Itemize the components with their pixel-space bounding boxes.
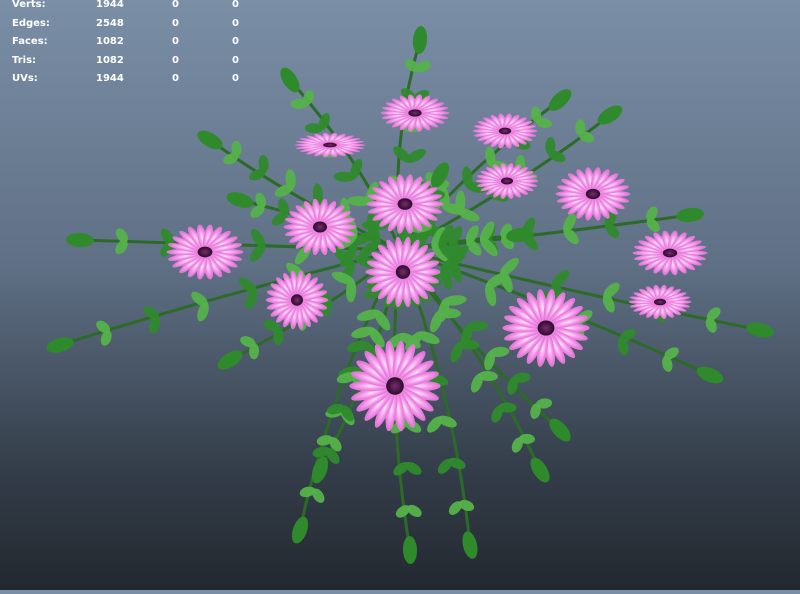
hud-value-total: 1082 bbox=[96, 54, 124, 66]
hud-value-selected: 0 bbox=[172, 36, 179, 47]
hud-value-extra: 0 bbox=[232, 17, 239, 29]
hud-label: Edges: bbox=[12, 17, 50, 29]
leaf bbox=[407, 504, 422, 518]
flower-center bbox=[397, 198, 413, 210]
leaf bbox=[46, 337, 74, 353]
hud-value-total: 2548 bbox=[96, 17, 124, 29]
heads-up-display: Verts: 1944 0 0 Edges: 2548 0 0 Faces: 1… bbox=[0, 0, 260, 93]
flower-center bbox=[662, 248, 678, 258]
flower-head bbox=[349, 340, 441, 432]
leaf bbox=[66, 232, 94, 248]
flower-center bbox=[395, 265, 411, 279]
leaf bbox=[746, 322, 774, 338]
flower-center bbox=[537, 320, 555, 336]
hud-label: Tris: bbox=[12, 54, 37, 66]
hud-value-extra: 0 bbox=[232, 73, 239, 84]
leaf bbox=[696, 366, 724, 384]
leaf bbox=[217, 350, 243, 370]
leaf bbox=[548, 89, 572, 111]
leaf bbox=[437, 415, 457, 428]
flower-head bbox=[555, 167, 631, 221]
leaf bbox=[676, 207, 704, 223]
hud-row-tris: Tris: 1082 0 0 bbox=[0, 55, 260, 75]
hud-value-total: 1082 bbox=[96, 36, 124, 47]
flower-head bbox=[475, 163, 539, 199]
flower-center bbox=[501, 177, 513, 185]
hud-value-selected: 0 bbox=[172, 54, 179, 66]
flower-head bbox=[166, 224, 244, 280]
flower-center bbox=[323, 142, 337, 148]
hud-value-total: 1944 bbox=[96, 73, 124, 84]
leaf bbox=[530, 457, 550, 483]
leaf bbox=[462, 531, 478, 559]
flower-center bbox=[498, 127, 512, 135]
leaf bbox=[291, 516, 309, 544]
flower-head bbox=[265, 270, 329, 330]
hud-row-faces: Faces: 1082 0 0 bbox=[0, 36, 260, 56]
hud-label: UVs: bbox=[12, 73, 38, 84]
hud-value-selected: 0 bbox=[172, 0, 179, 10]
hud-value-extra: 0 bbox=[232, 0, 239, 10]
hud-row-uvs: UVs: 1944 0 0 bbox=[0, 73, 260, 93]
flower-head bbox=[502, 289, 590, 367]
hud-value-selected: 0 bbox=[172, 73, 179, 84]
flower-center bbox=[291, 294, 303, 306]
hud-value-total: 1944 bbox=[96, 0, 124, 10]
hud-label: Verts: bbox=[12, 0, 46, 10]
hud-value-selected: 0 bbox=[172, 17, 179, 29]
hud-value-extra: 0 bbox=[232, 54, 239, 66]
flower-center bbox=[585, 188, 601, 200]
flower-head bbox=[380, 94, 450, 132]
leaf bbox=[412, 26, 428, 54]
hud-value-extra: 0 bbox=[232, 36, 239, 47]
flower-center bbox=[386, 377, 404, 395]
leaf bbox=[226, 192, 254, 208]
hud-label: Faces: bbox=[12, 36, 48, 47]
flower-center bbox=[654, 298, 666, 306]
leaf bbox=[402, 536, 418, 564]
flower-center bbox=[313, 221, 327, 233]
flower-center bbox=[408, 109, 422, 117]
flower-head bbox=[632, 230, 708, 276]
flower-head bbox=[294, 132, 366, 158]
flower-center bbox=[197, 246, 213, 258]
